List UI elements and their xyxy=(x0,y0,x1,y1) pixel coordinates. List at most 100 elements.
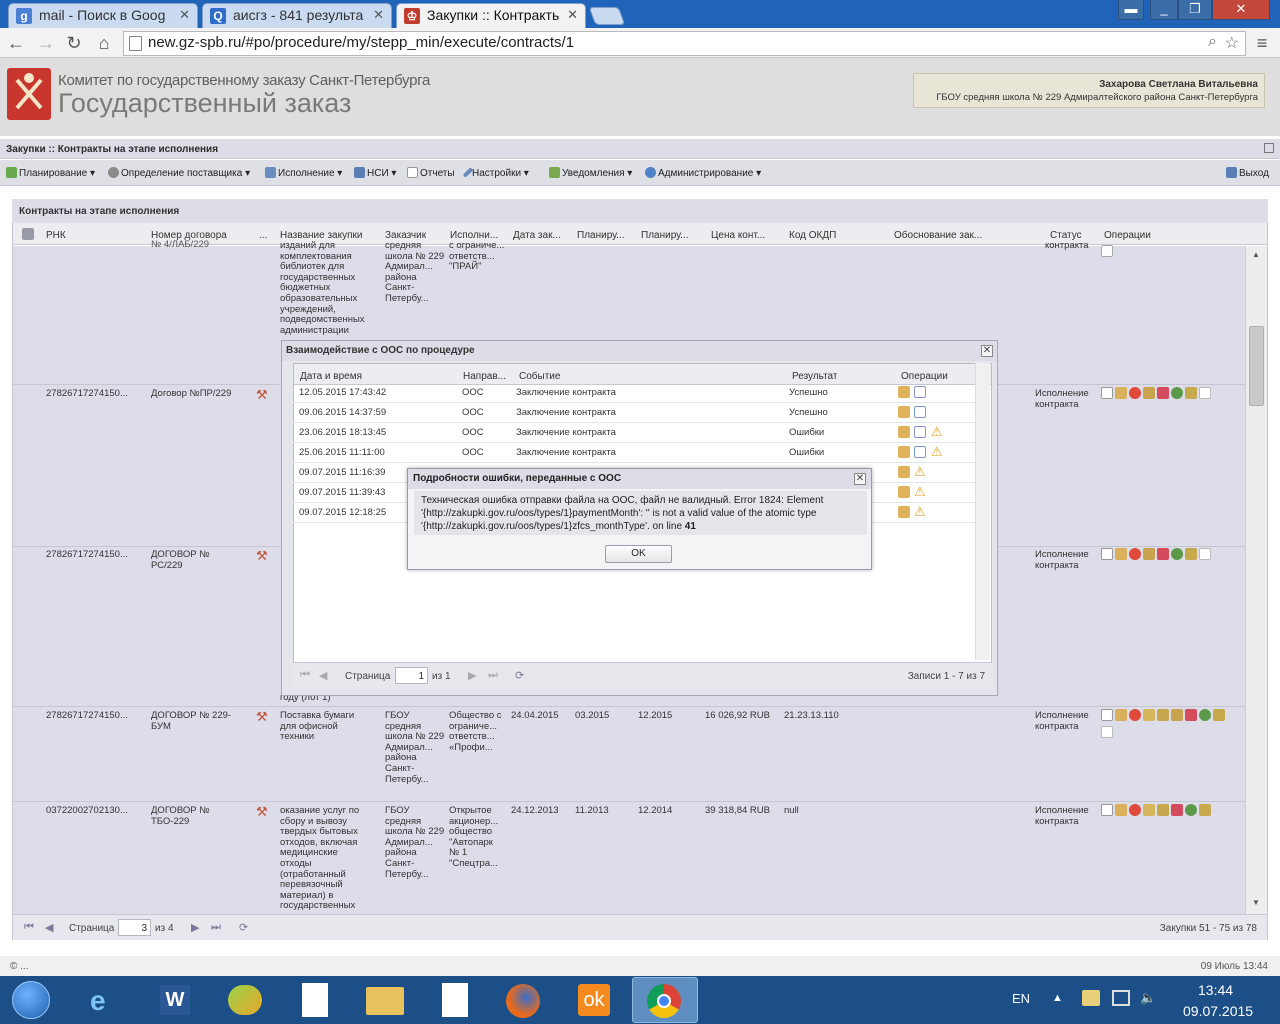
view-document-icon[interactable] xyxy=(914,386,926,398)
ok-button[interactable]: OK xyxy=(605,545,672,563)
reload-icon[interactable]: ↻ xyxy=(64,33,84,53)
app-taskbar-button[interactable] xyxy=(216,977,276,1023)
refresh-icon[interactable]: ⟳ xyxy=(515,669,524,682)
prev-page-icon[interactable]: ◀ xyxy=(45,921,53,934)
row3-number[interactable]: ДОГОВОР № 229-БУМ xyxy=(151,711,246,732)
table-row[interactable]: 25.06.2015 11:11:00 ООС Заключение контр… xyxy=(293,443,976,463)
view-document-icon[interactable] xyxy=(914,426,926,438)
menu-planning[interactable]: Планирование ▾ xyxy=(6,167,95,179)
grid-scrollbar[interactable]: ▲ ▼ xyxy=(1245,246,1267,914)
col-direction[interactable]: Направ... xyxy=(463,371,506,382)
warning-icon[interactable]: ⚠ xyxy=(914,484,926,500)
link-icon[interactable]: ⚒ xyxy=(256,548,268,564)
prev-page-icon[interactable]: ◀ xyxy=(319,669,327,682)
archive-icon[interactable] xyxy=(1185,387,1197,399)
document-icon[interactable] xyxy=(1101,245,1113,257)
collapse-icon[interactable] xyxy=(1264,143,1274,153)
tray-expand-icon[interactable]: ▲ xyxy=(1052,992,1063,1004)
menu-notifications[interactable]: Уведомления ▾ xyxy=(549,167,632,179)
archive-icon[interactable] xyxy=(1185,548,1197,560)
stop-icon[interactable] xyxy=(1129,804,1141,816)
col-result[interactable]: Результат xyxy=(792,371,837,382)
link-icon[interactable]: ⚒ xyxy=(256,387,268,403)
user-icon[interactable]: ▬ xyxy=(1118,0,1144,20)
close-icon[interactable]: ✕ xyxy=(373,7,384,23)
row4-number[interactable]: ДОГОВОР № ТБО-229 xyxy=(151,806,226,827)
archive-icon[interactable] xyxy=(1213,709,1225,721)
col-rnk[interactable]: РНК xyxy=(46,230,66,241)
chrome-taskbar-button[interactable] xyxy=(632,977,698,1023)
col-plan-end[interactable]: Планиру... xyxy=(641,230,688,241)
col-purchase-name[interactable]: Название закупки xyxy=(280,230,362,241)
document2-taskbar-button[interactable] xyxy=(426,977,486,1023)
network-icon[interactable] xyxy=(1112,990,1130,1006)
chart-icon[interactable] xyxy=(1143,709,1155,721)
explorer-taskbar-button[interactable] xyxy=(356,977,416,1023)
col-justification[interactable]: Обоснование зак... xyxy=(894,230,982,241)
warning-icon[interactable]: ⚠ xyxy=(914,504,926,520)
warning-icon[interactable]: ⚠ xyxy=(931,444,943,460)
col-status[interactable]: Статус xyxy=(1050,230,1082,241)
volume-icon[interactable]: 🔈 xyxy=(1140,990,1160,1006)
archive-icon[interactable] xyxy=(1199,804,1211,816)
odnoklassniki-taskbar-button[interactable]: ok xyxy=(564,977,624,1023)
package-icon[interactable] xyxy=(898,466,910,478)
table-row[interactable]: 09.06.2015 14:37:59 ООС Заключение контр… xyxy=(293,403,976,423)
last-page-icon[interactable]: ⏭ xyxy=(211,921,221,934)
first-page-icon[interactable]: ⏮ xyxy=(24,921,34,934)
blank-doc-icon[interactable] xyxy=(1199,387,1211,399)
view-document-icon[interactable] xyxy=(914,446,926,458)
col-supplier[interactable]: Исполни... xyxy=(450,230,498,241)
table-row[interactable]: 23.06.2015 18:13:45 ООС Заключение контр… xyxy=(293,423,976,443)
browser-tab-search[interactable]: Q аисгз - 841 результа ✕ xyxy=(202,3,392,28)
scroll-thumb[interactable] xyxy=(1249,326,1264,406)
firefox-taskbar-button[interactable] xyxy=(494,977,554,1023)
back-icon[interactable]: ← xyxy=(6,33,26,53)
refresh-icon[interactable] xyxy=(1171,548,1183,560)
menu-administration[interactable]: Администрирование ▾ xyxy=(645,167,761,179)
edit-icon[interactable] xyxy=(1115,548,1127,560)
zoom-icon[interactable]: ⌕ xyxy=(1208,33,1217,51)
col-operations[interactable]: Операции xyxy=(1104,230,1151,241)
menu-nsi[interactable]: НСИ ▾ xyxy=(354,167,396,179)
edit-icon[interactable] xyxy=(1115,387,1127,399)
row2-number[interactable]: ДОГОВОР № РС/229 xyxy=(151,550,226,571)
minimize-button[interactable]: _ xyxy=(1150,0,1178,20)
menu-supplier-selection[interactable]: Определение поставщика ▾ xyxy=(108,167,250,179)
stop-icon[interactable] xyxy=(1129,709,1141,721)
col-event[interactable]: Событие xyxy=(519,371,560,382)
col-plan-start[interactable]: Планиру... xyxy=(577,230,624,241)
view-document-icon[interactable] xyxy=(914,406,926,418)
page-input[interactable]: 3 xyxy=(118,919,151,936)
close-icon[interactable]: ✕ xyxy=(567,7,578,23)
col-datetime[interactable]: Дата и время xyxy=(300,371,362,382)
stop-icon[interactable] xyxy=(1129,387,1141,399)
new-tab-button[interactable] xyxy=(588,7,626,25)
ie-taskbar-button[interactable]: e xyxy=(76,977,136,1023)
menu-reports[interactable]: Отчеты xyxy=(407,167,455,179)
emblem-icon[interactable] xyxy=(1143,548,1155,560)
emblem-icon[interactable] xyxy=(1171,709,1183,721)
close-window-button[interactable]: ✕ xyxy=(1212,0,1270,20)
row1-number[interactable]: Договор №ПР/229 xyxy=(151,389,231,400)
forward-icon[interactable]: → xyxy=(36,33,56,53)
col-ellipsis[interactable]: ... xyxy=(259,230,267,241)
document-icon[interactable] xyxy=(1101,709,1113,721)
document-icon[interactable] xyxy=(1101,387,1113,399)
pin-icon[interactable] xyxy=(1157,804,1169,816)
users-icon[interactable] xyxy=(1171,804,1183,816)
menu-execution[interactable]: Исполнение ▾ xyxy=(265,167,342,179)
logout-button[interactable]: Выход xyxy=(1226,167,1269,179)
last-page-icon[interactable]: ⏭ xyxy=(488,669,498,682)
col-contract-date[interactable]: Дата зак... xyxy=(513,230,561,241)
users-icon[interactable] xyxy=(1185,709,1197,721)
table-row[interactable]: 12.05.2015 17:43:42 ООС Заключение контр… xyxy=(293,383,976,403)
edit-icon[interactable] xyxy=(1115,709,1127,721)
users-icon[interactable] xyxy=(1157,387,1169,399)
scroll-down-icon[interactable]: ▼ xyxy=(1252,898,1260,907)
refresh-icon[interactable]: ⟳ xyxy=(239,921,248,934)
warning-icon[interactable]: ⚠ xyxy=(931,424,943,440)
clock-date[interactable]: 09.07.2015 xyxy=(1183,1003,1253,1019)
maximize-button[interactable]: ❐ xyxy=(1178,0,1212,20)
refresh-icon[interactable] xyxy=(1199,709,1211,721)
